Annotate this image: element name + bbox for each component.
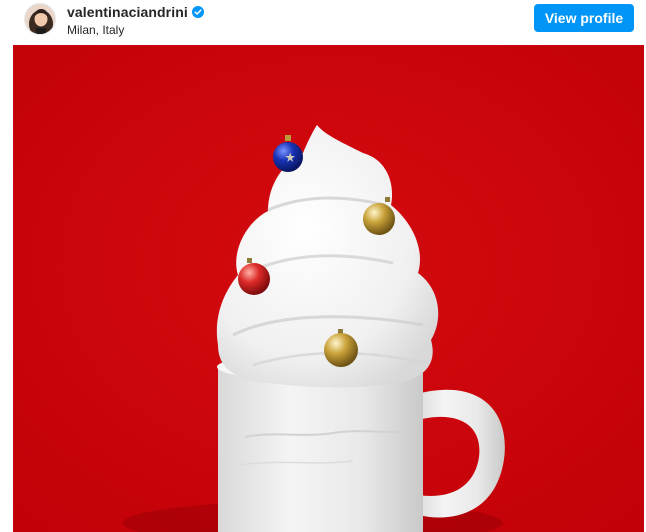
user-block: valentinaciandrini Milan, Italy (67, 3, 204, 37)
verified-badge-icon (191, 5, 204, 18)
avatar[interactable] (24, 3, 56, 35)
username-row: valentinaciandrini (67, 3, 204, 20)
username-link[interactable]: valentinaciandrini (67, 4, 188, 20)
post-photo (13, 45, 644, 532)
post-image[interactable] (13, 45, 644, 532)
avatar-image (25, 4, 55, 34)
view-profile-button[interactable]: View profile (534, 4, 634, 32)
instagram-post-embed: valentinaciandrini Milan, Italy View pro… (0, 0, 646, 532)
post-header: valentinaciandrini Milan, Italy View pro… (0, 0, 646, 40)
location-link[interactable]: Milan, Italy (67, 23, 204, 37)
